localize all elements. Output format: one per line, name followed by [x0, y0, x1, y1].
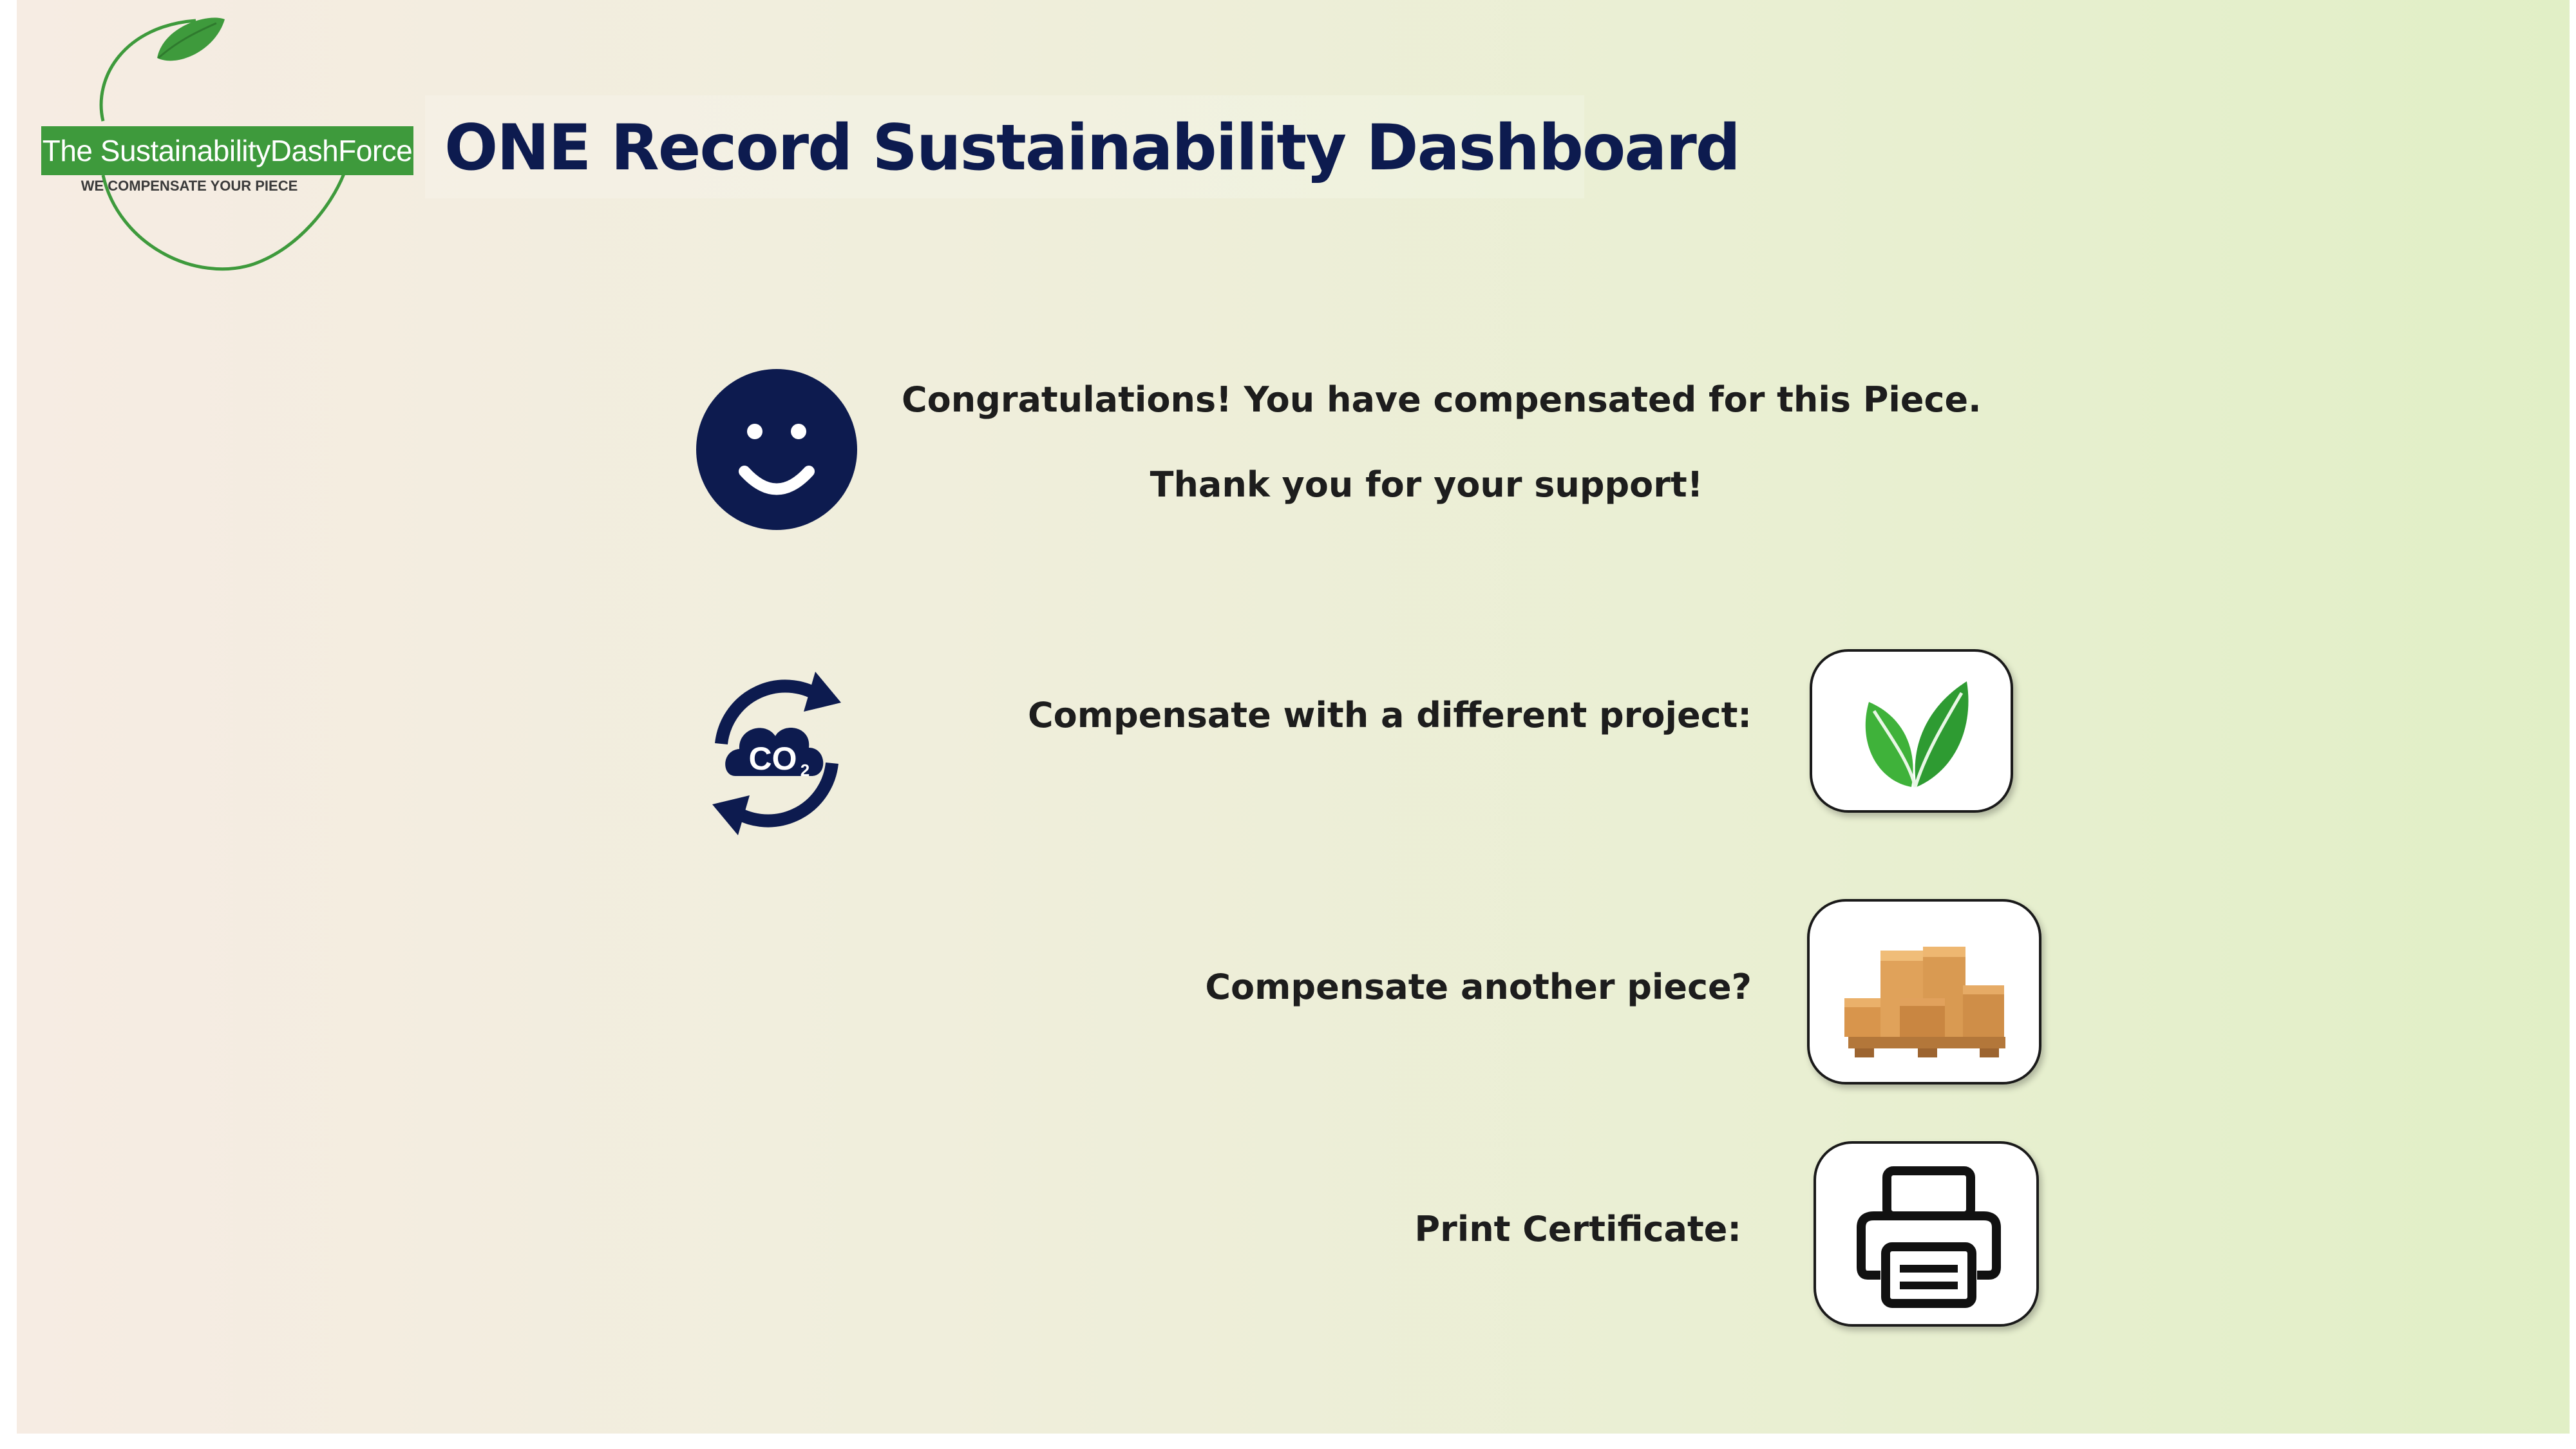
brand-logo: The SustainabilityDashForce WE COMPENSAT… [41, 13, 428, 283]
smiley-icon [696, 368, 858, 531]
leaf-icon [1865, 681, 1969, 788]
bottom-margin [0, 1434, 2576, 1449]
svg-text:CO: CO [749, 741, 797, 777]
printer-icon [1857, 1166, 2001, 1308]
boxes-icon [1844, 947, 2005, 1057]
page-title: ONE Record Sustainability Dashboard [444, 111, 1741, 185]
different-project-button[interactable] [1810, 649, 2013, 813]
congratulations-message: Congratulations! You have compensated fo… [902, 379, 1982, 420]
logo-brand-name: The SustainabilityDashForce [41, 126, 413, 175]
thank-you-message: Thank you for your support! [1150, 464, 1703, 505]
different-project-label: Compensate with a different project: [1027, 695, 1752, 735]
print-certificate-button[interactable] [1814, 1141, 2039, 1327]
svg-text:2: 2 [800, 761, 810, 780]
another-piece-label: Compensate another piece? [1205, 967, 1752, 1007]
print-certificate-label: Print Certificate: [1414, 1209, 1742, 1249]
logo-tagline: WE COMPENSATE YOUR PIECE [80, 178, 298, 194]
co2-cycle-icon: CO 2 [696, 667, 858, 840]
another-piece-button[interactable] [1807, 899, 2041, 1084]
